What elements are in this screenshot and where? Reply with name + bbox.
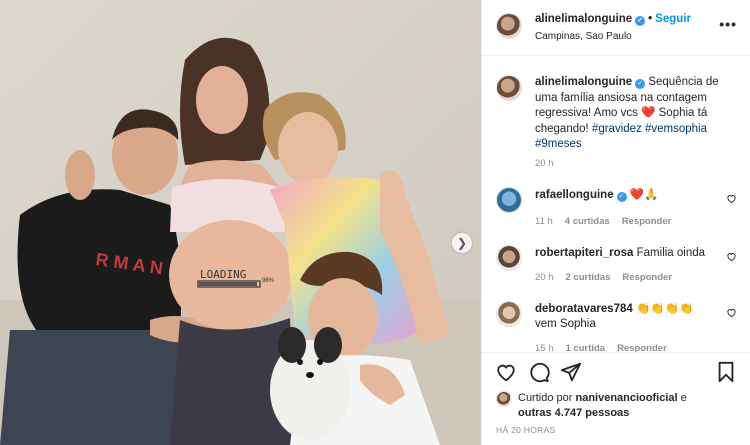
belly-loading-text: LOADING	[200, 268, 246, 281]
comment-time[interactable]: 20 h	[535, 272, 554, 283]
comment-meta: 11 h 4 curtidas Responder	[535, 216, 683, 227]
save-bookmark-icon[interactable]	[715, 361, 737, 383]
caption-username[interactable]: alinelimalonguine	[535, 76, 632, 88]
separator-dot: •	[648, 13, 653, 25]
family-photo-illustration: R M A N LOADING 98%	[0, 0, 481, 445]
comments-list[interactable]: alinelimalonguine ✓ Sequência de uma famí…	[482, 57, 750, 352]
comment-likes[interactable]: 2 curtidas	[566, 272, 611, 283]
more-options-icon[interactable]: •••	[719, 16, 737, 32]
location-link[interactable]: Campinas, Sao Paulo	[535, 31, 632, 42]
comment-text: deboratavares784 👏👏👏👏 vem Sophia	[535, 302, 715, 332]
caption-avatar[interactable]	[496, 75, 522, 101]
commenter-username[interactable]: rafaellonguine	[535, 189, 614, 201]
commenter-avatar[interactable]	[496, 245, 522, 271]
commenter-username[interactable]: robertapiteri_rosa	[535, 247, 633, 259]
comment-body-line2: vem Sophia	[535, 318, 596, 330]
comment-like-heart-icon[interactable]	[726, 193, 737, 204]
follow-button[interactable]: Seguir	[655, 13, 691, 25]
hashtag-vemsophia[interactable]: #vemsophia	[645, 123, 707, 135]
post-actions: Curtido por nanivenanciooficial e outras…	[482, 352, 750, 445]
liker-username[interactable]: nanivenanciooficial	[575, 392, 677, 404]
heart-emoji: ❤️	[641, 107, 656, 119]
comment-body: ❤️🙏	[629, 189, 659, 201]
hashtag-gravidez[interactable]: #gravidez	[592, 123, 642, 135]
instagram-post: R M A N LOADING 98% ❯ alinelimalonguine …	[0, 0, 750, 445]
next-photo-button[interactable]: ❯	[452, 233, 472, 253]
liked-others-count[interactable]: outras 4.747 pessoas	[518, 407, 629, 419]
comment-likes[interactable]: 1 curtida	[566, 343, 606, 352]
post-timestamp[interactable]: HÁ 20 HORAS	[496, 425, 556, 435]
commenter-avatar[interactable]	[496, 301, 522, 327]
comment-body: 👏👏👏👏	[636, 303, 694, 315]
comment-time[interactable]: 11 h	[535, 216, 553, 227]
comment-like-heart-icon[interactable]	[726, 307, 737, 318]
post-side-panel: alinelimalonguine ✓ • Seguir Campinas, Sao …	[481, 0, 750, 445]
comment-meta: 15 h 1 curtida Responder	[535, 343, 679, 352]
commenter-username[interactable]: deboratavares784	[535, 303, 633, 315]
comment-text: robertapiteri_rosa Familia oinda	[535, 246, 715, 261]
liked-and: e	[680, 392, 687, 404]
verified-badge-icon: ✓	[635, 16, 646, 26]
like-heart-icon[interactable]	[495, 361, 517, 383]
hashtag-9meses[interactable]: #9meses	[535, 138, 582, 150]
author-line: alinelimalonguine ✓ • Seguir	[535, 13, 691, 26]
chevron-right-icon: ❯	[456, 236, 468, 250]
reply-button[interactable]: Responder	[622, 216, 672, 227]
liked-prefix: Curtido por	[518, 392, 573, 404]
comment-bubble-icon[interactable]	[528, 361, 550, 383]
comment-likes[interactable]: 4 curtidas	[565, 216, 610, 227]
commenter-avatar[interactable]	[496, 187, 522, 213]
author-username[interactable]: alinelimalonguine	[535, 13, 632, 25]
comment-meta: 20 h 2 curtidas Responder	[535, 272, 684, 283]
caption-text: alinelimalonguine ✓ Sequência de uma famí…	[535, 75, 735, 153]
post-header: alinelimalonguine ✓ • Seguir Campinas, Sao …	[482, 0, 750, 56]
comment-text: rafaellonguine ✓ ❤️🙏	[535, 188, 715, 203]
liked-by-text: Curtido por nanivenanciooficial e outras…	[518, 391, 738, 421]
verified-badge-icon: ✓	[635, 79, 646, 89]
belly-percent-text: 98%	[262, 278, 275, 284]
comment-like-heart-icon[interactable]	[726, 251, 737, 262]
author-avatar[interactable]	[496, 13, 522, 39]
share-paper-plane-icon[interactable]	[560, 361, 582, 383]
comment-time[interactable]: 15 h	[535, 343, 554, 352]
liker-avatar[interactable]	[496, 391, 512, 407]
verified-badge-icon: ✓	[616, 192, 627, 202]
post-photo[interactable]: R M A N LOADING 98% ❯	[0, 0, 481, 445]
comment-body: Familia oinda	[636, 247, 706, 259]
reply-button[interactable]: Responder	[622, 272, 672, 283]
caption-time[interactable]: 20 h	[535, 158, 554, 169]
reply-button[interactable]: Responder	[617, 343, 667, 352]
